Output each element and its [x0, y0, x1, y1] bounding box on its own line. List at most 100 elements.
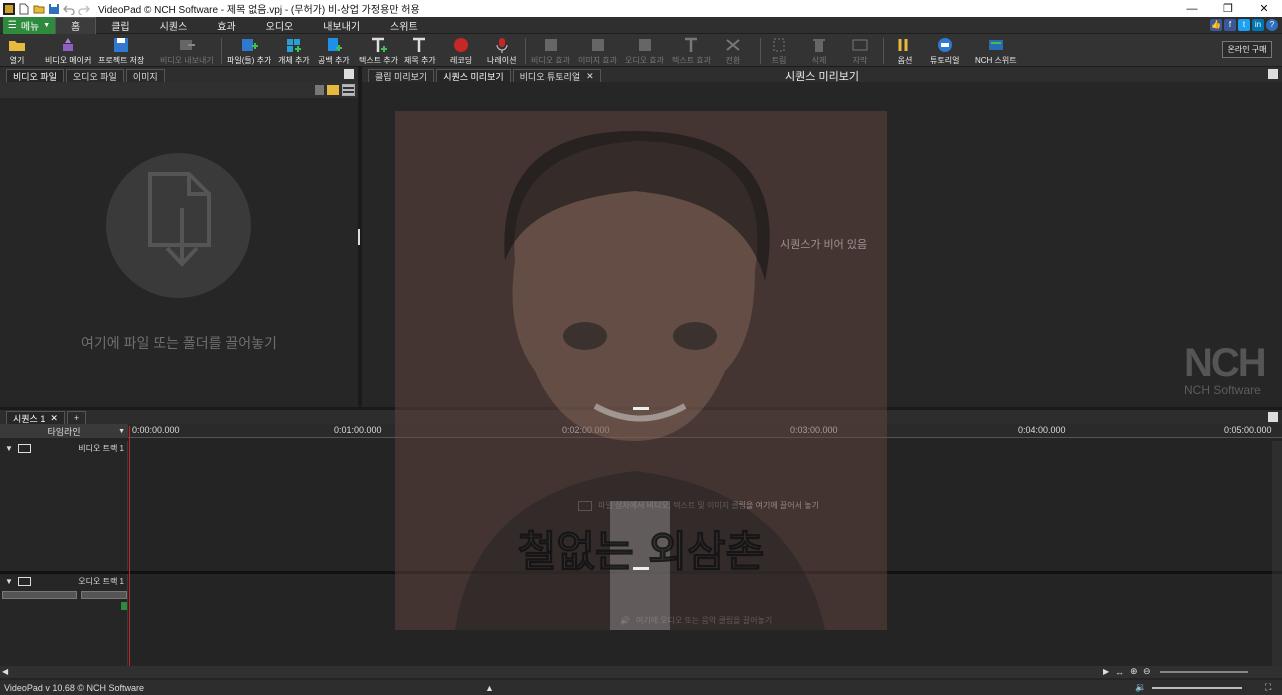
list-view-icon[interactable]	[342, 84, 355, 96]
transition-button[interactable]: 전환	[724, 36, 742, 66]
app-icon	[3, 2, 15, 15]
speaker-icon[interactable]	[18, 577, 31, 586]
delete-button[interactable]: 삭제	[810, 36, 828, 66]
video-maker-button[interactable]: 비디오 메이커	[45, 36, 91, 66]
new-file-icon[interactable]	[18, 3, 30, 15]
document-download-icon	[148, 172, 211, 267]
audio-effects-button[interactable]: 오디오 효과	[625, 36, 664, 66]
fit-icon[interactable]: ↔	[1115, 667, 1124, 677]
tab-images[interactable]: 이미지	[125, 69, 165, 82]
drop-zone-circle[interactable]	[106, 153, 251, 298]
minimize-button[interactable]: —	[1174, 0, 1210, 17]
add-blank-icon	[327, 38, 342, 51]
add-blank-button[interactable]: 공백 추가	[318, 36, 350, 66]
video-effects-button[interactable]: 비디오 효과	[531, 36, 570, 66]
splitter-handle[interactable]	[358, 229, 360, 245]
tutorial-button[interactable]: 튜토리얼	[930, 36, 959, 66]
trim-button[interactable]: 트림	[770, 36, 788, 66]
undock-icon[interactable]	[344, 69, 354, 79]
save-icon[interactable]	[48, 3, 60, 15]
undo-icon[interactable]	[63, 3, 75, 16]
facebook-icon[interactable]: f	[1224, 19, 1236, 31]
tab-clip[interactable]: 클립	[96, 17, 144, 34]
restore-button[interactable]: ❐	[1210, 0, 1246, 17]
collapse-triangle-icon[interactable]: ▼	[5, 577, 13, 586]
fullscreen-icon[interactable]: ⛶	[1265, 682, 1271, 693]
tab-suite[interactable]: 스위트	[375, 17, 433, 34]
track-divider[interactable]	[0, 571, 1272, 574]
twitter-icon[interactable]: t	[1238, 19, 1250, 31]
eye-icon[interactable]	[18, 444, 31, 453]
trash-icon[interactable]	[315, 85, 324, 95]
text-effects-button[interactable]: 텍스트 효과	[672, 36, 711, 66]
image-effects-icon	[591, 39, 604, 51]
tab-audio[interactable]: 오디오	[251, 17, 309, 34]
timeline-mode-dropdown[interactable]: 타임라인 ▼	[0, 424, 128, 438]
save-project-label: 프로젝트 저장	[98, 56, 145, 65]
video-track-scrollbar[interactable]	[1272, 441, 1282, 571]
timeline-ruler[interactable]: 타임라인 ▼ 0:00:00.000 0:01:00.000 0:02:00.0…	[0, 424, 1282, 438]
tab-audio-files[interactable]: 오디오 파일	[65, 69, 124, 82]
open-folder-icon[interactable]	[33, 3, 45, 15]
tab-video-tutorial[interactable]: 비디오 튜토리얼 ✕	[512, 69, 601, 82]
timeline-hscrollbar[interactable]: ◀ ▶ ↔ ⊕ ⊖	[0, 666, 1282, 678]
add-title-button[interactable]: 제목 추가	[404, 36, 436, 66]
add-files-button[interactable]: 파일(들) 추가	[227, 36, 271, 66]
close-button[interactable]: ✕	[1246, 0, 1282, 17]
volume-slider[interactable]	[2, 591, 77, 599]
audio-track-scrollbar[interactable]	[1272, 574, 1282, 669]
like-icon[interactable]: 👍	[1210, 19, 1222, 31]
main-menu-button[interactable]: ☰ 메뉴 ▼	[3, 16, 55, 34]
tab-home[interactable]: 홈	[55, 16, 97, 34]
tab-video-files[interactable]: 비디오 파일	[6, 69, 64, 82]
tab-clip-preview[interactable]: 클립 미리보기	[368, 69, 435, 82]
tab-export[interactable]: 내보내기	[308, 17, 375, 34]
scroll-right-icon[interactable]: ▶	[1103, 667, 1109, 676]
image-effects-button[interactable]: 이미지 효과	[578, 36, 617, 66]
zoom-slider[interactable]	[1160, 671, 1248, 673]
undock-icon[interactable]	[1268, 69, 1278, 79]
video-track-name: 비디오 트랙 1	[78, 444, 124, 453]
close-icon[interactable]: ✕	[50, 413, 58, 424]
zoom-in-icon[interactable]: ⊕	[1130, 666, 1138, 677]
record-button[interactable]: 레코딩	[450, 36, 472, 66]
trash-icon	[813, 39, 825, 52]
redo-icon[interactable]	[78, 3, 90, 16]
options-button[interactable]: 옵션	[896, 36, 914, 66]
add-objects-button[interactable]: 개체 추가	[278, 36, 310, 66]
tab-sequence-preview[interactable]: 시퀀스 미리보기	[436, 69, 511, 82]
playhead[interactable]	[129, 426, 130, 666]
level-meter	[121, 602, 127, 610]
help-icon[interactable]: ?	[1266, 19, 1278, 31]
save-project-button[interactable]: 프로젝트 저장	[98, 36, 144, 66]
add-text-button[interactable]: 텍스트 추가	[359, 36, 398, 66]
subtitles-button[interactable]: 자막	[851, 36, 869, 66]
linkedin-icon[interactable]: in	[1252, 19, 1264, 31]
tab-sequence-1[interactable]: 시퀀스 1 ✕	[6, 411, 65, 424]
buy-online-button[interactable]: 온라인 구매	[1222, 41, 1272, 58]
folder-icon[interactable]	[327, 85, 339, 95]
video-maker-label: 비디오 메이커	[45, 56, 92, 65]
pan-slider[interactable]	[81, 591, 127, 599]
nch-suite-button[interactable]: NCH 스위트	[975, 36, 1017, 66]
title-icon	[412, 37, 425, 52]
collapse-triangle-icon[interactable]: ▼	[5, 444, 13, 453]
tab-sequence[interactable]: 시퀀스	[145, 17, 203, 34]
zoom-out-icon[interactable]: ⊖	[1143, 666, 1151, 677]
tab-effects[interactable]: 효과	[202, 17, 250, 34]
scroll-left-icon[interactable]: ◀	[2, 667, 8, 676]
close-icon[interactable]: ✕	[586, 71, 594, 82]
export-video-button[interactable]: 비디오 내보내기	[160, 36, 214, 66]
video-drop-hint-text: 파일 상자에서 비디오, 텍스트 및 이미지 클립을 여기에 끌어서 놓기	[598, 501, 819, 510]
sequence-tab-label: 시퀀스 1	[13, 413, 46, 424]
narrate-button[interactable]: 나레이션	[487, 36, 516, 66]
expand-up-icon[interactable]: ▲	[485, 683, 494, 693]
volume-icon[interactable]: 🔉	[1135, 682, 1146, 693]
master-volume-slider[interactable]	[1152, 687, 1242, 689]
add-title-label: 제목 추가	[404, 56, 436, 65]
undock-icon[interactable]	[1268, 412, 1278, 422]
ribbon-separator	[760, 38, 761, 64]
file-bin-toolbar	[0, 82, 358, 98]
add-sequence-button[interactable]: +	[66, 411, 87, 424]
open-button[interactable]: 열기	[8, 36, 26, 66]
